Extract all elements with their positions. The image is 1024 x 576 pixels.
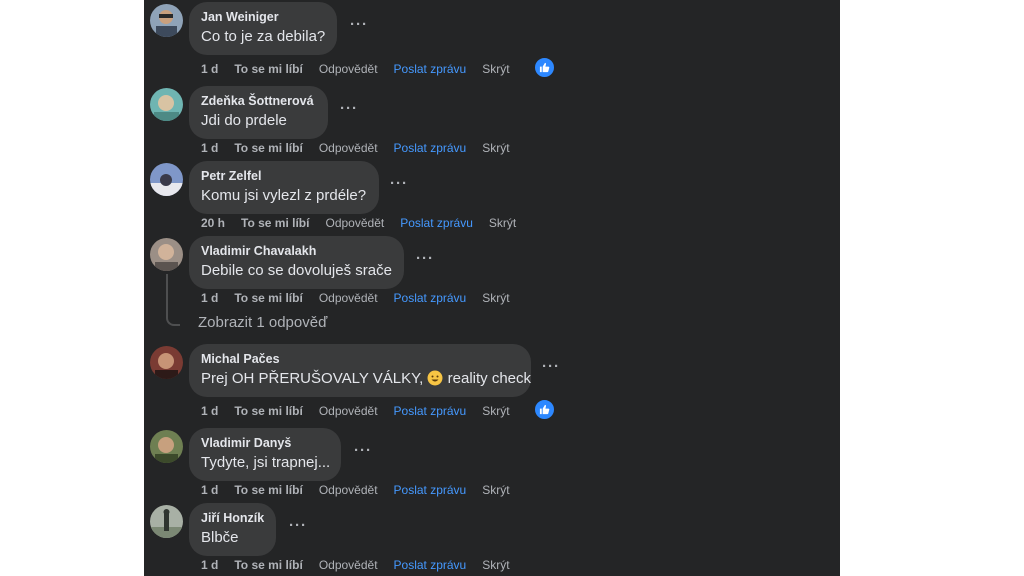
- comment-author[interactable]: Vladimir Danyš: [201, 436, 329, 451]
- like-reaction-icon[interactable]: [534, 57, 555, 78]
- reply-button[interactable]: Odpovědět: [319, 141, 378, 155]
- like-button[interactable]: To se mi líbí: [234, 404, 302, 418]
- like-button[interactable]: To se mi líbí: [234, 62, 302, 76]
- avatar[interactable]: [150, 88, 183, 121]
- comment-bubble: Michal Pačes Prej OH PŘERUŠOVALY VÁLKY, …: [189, 344, 531, 397]
- send-message-button[interactable]: Poslat zprávu: [394, 558, 467, 572]
- comment-author[interactable]: Vladimir Chavalakh: [201, 244, 392, 259]
- comment-text: Debile co se dovoluješ srače: [201, 262, 392, 279]
- comment-author[interactable]: Michal Pačes: [201, 352, 519, 367]
- comment-author[interactable]: Petr Zelfel: [201, 169, 367, 184]
- comment-bubble: Vladimir Chavalakh Debile co se dovoluje…: [189, 236, 404, 289]
- avatar[interactable]: [150, 4, 183, 37]
- send-message-button[interactable]: Poslat zprávu: [394, 141, 467, 155]
- hide-button[interactable]: Skrýt: [482, 558, 509, 572]
- grinning-face-icon: [427, 370, 443, 386]
- comment-bubble: Zdeňka Šottnerová Jdi do prdele: [189, 86, 328, 139]
- send-message-button[interactable]: Poslat zprávu: [394, 291, 467, 305]
- comment-text: Tydyte, jsi trapnej...: [201, 454, 331, 471]
- comment-text: Blbče: [201, 529, 239, 546]
- avatar[interactable]: [150, 238, 183, 271]
- comment-bubble: Petr Zelfel Komu jsi vylezl z prdéle?: [189, 161, 379, 214]
- comment-bubble: Jan Weiniger Co to je za debila?: [189, 2, 337, 55]
- more-options-icon[interactable]: ···: [289, 517, 307, 534]
- send-message-button[interactable]: Poslat zprávu: [400, 216, 473, 230]
- like-button[interactable]: To se mi líbí: [234, 483, 302, 497]
- avatar[interactable]: [150, 346, 183, 379]
- comment-author[interactable]: Jiří Honzík: [201, 511, 264, 526]
- send-message-button[interactable]: Poslat zprávu: [394, 483, 467, 497]
- comment-time[interactable]: 1 d: [201, 141, 218, 155]
- comment-time[interactable]: 1 d: [201, 291, 218, 305]
- comment-text: Komu jsi vylezl z prdéle?: [201, 187, 367, 204]
- more-options-icon[interactable]: ···: [390, 175, 408, 192]
- send-message-button[interactable]: Poslat zprávu: [394, 404, 467, 418]
- hide-button[interactable]: Skrýt: [482, 62, 509, 76]
- comment-time[interactable]: 1 d: [201, 62, 218, 76]
- view-replies-link[interactable]: Zobrazit 1 odpověď: [198, 314, 327, 331]
- comment-text: Jdi do prdele: [201, 112, 287, 129]
- avatar[interactable]: [150, 163, 183, 196]
- comment-actions: 1 d To se mi líbí Odpovědět Poslat zpráv…: [201, 558, 526, 572]
- comment-actions: 1 d To se mi líbí Odpovědět Poslat zpráv…: [201, 291, 526, 305]
- comment-time[interactable]: 20 h: [201, 216, 225, 230]
- reply-button[interactable]: Odpovědět: [319, 62, 378, 76]
- hide-button[interactable]: Skrýt: [482, 291, 509, 305]
- comment-text: Prej OH PŘERUŠOVALY VÁLKY, reality check: [201, 369, 531, 389]
- comment-bubble: Vladimir Danyš Tydyte, jsi trapnej...: [189, 428, 341, 481]
- comment-bubble: Jiří Honzík Blbče: [189, 503, 276, 556]
- reply-thread-line: [166, 274, 180, 326]
- reply-button[interactable]: Odpovědět: [319, 558, 378, 572]
- hide-button[interactable]: Skrýt: [482, 141, 509, 155]
- comment-author[interactable]: Zdeňka Šottnerová: [201, 94, 316, 109]
- hide-button[interactable]: Skrýt: [482, 483, 509, 497]
- comment-actions: 1 d To se mi líbí Odpovědět Poslat zpráv…: [201, 483, 526, 497]
- hide-button[interactable]: Skrýt: [489, 216, 516, 230]
- comment-actions: 1 d To se mi líbí Odpovědět Poslat zpráv…: [201, 141, 526, 155]
- like-button[interactable]: To se mi líbí: [234, 558, 302, 572]
- more-options-icon[interactable]: ···: [350, 16, 368, 33]
- comment-author[interactable]: Jan Weiniger: [201, 10, 325, 25]
- like-button[interactable]: To se mi líbí: [234, 291, 302, 305]
- comments-panel: Jan Weiniger Co to je za debila? ··· 1 d…: [144, 0, 840, 576]
- avatar[interactable]: [150, 430, 183, 463]
- more-options-icon[interactable]: ···: [354, 442, 372, 459]
- like-button[interactable]: To se mi líbí: [241, 216, 309, 230]
- like-reaction-icon[interactable]: [534, 399, 555, 420]
- comment-time[interactable]: 1 d: [201, 558, 218, 572]
- reply-button[interactable]: Odpovědět: [319, 483, 378, 497]
- like-button[interactable]: To se mi líbí: [234, 141, 302, 155]
- reply-button[interactable]: Odpovědět: [325, 216, 384, 230]
- more-options-icon[interactable]: ···: [340, 100, 358, 117]
- more-options-icon[interactable]: ···: [416, 250, 434, 267]
- comment-text-part: reality check: [447, 370, 532, 387]
- comment-text: Co to je za debila?: [201, 28, 326, 45]
- comment-time[interactable]: 1 d: [201, 404, 218, 418]
- comment-actions: 20 h To se mi líbí Odpovědět Poslat zprá…: [201, 216, 532, 230]
- more-options-icon[interactable]: ···: [542, 358, 560, 375]
- reply-button[interactable]: Odpovědět: [319, 404, 378, 418]
- comment-actions: 1 d To se mi líbí Odpovědět Poslat zpráv…: [201, 404, 526, 418]
- comment-actions: 1 d To se mi líbí Odpovědět Poslat zpráv…: [201, 62, 526, 76]
- comment-text-part: Prej OH PŘERUŠOVALY VÁLKY,: [201, 370, 424, 387]
- reply-button[interactable]: Odpovědět: [319, 291, 378, 305]
- send-message-button[interactable]: Poslat zprávu: [394, 62, 467, 76]
- hide-button[interactable]: Skrýt: [482, 404, 509, 418]
- comment-time[interactable]: 1 d: [201, 483, 218, 497]
- avatar[interactable]: [150, 505, 183, 538]
